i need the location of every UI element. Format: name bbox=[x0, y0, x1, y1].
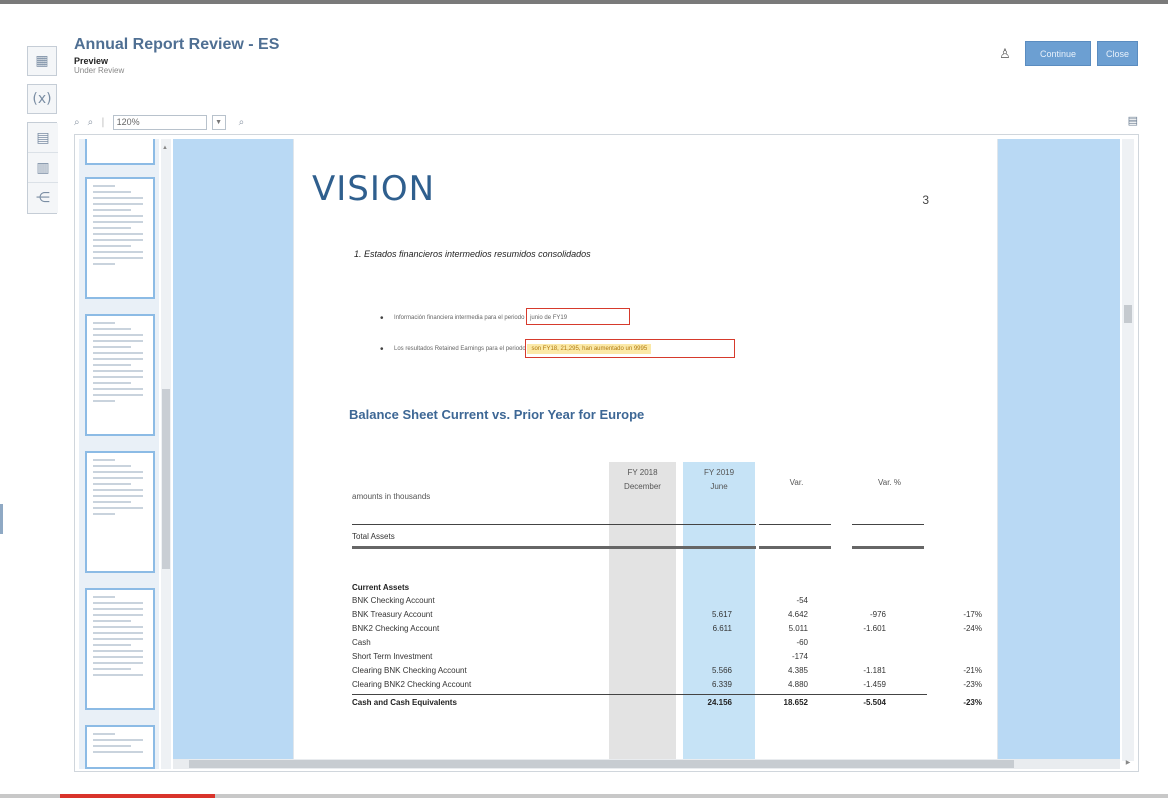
thumbnail-page-3[interactable] bbox=[85, 314, 155, 436]
zoom-select[interactable]: 120% ▼ bbox=[112, 114, 226, 130]
page-title: Annual Report Review - ES bbox=[74, 36, 280, 53]
horizontal-scrollbar[interactable] bbox=[173, 759, 1120, 769]
thumbnail-scroll-thumb[interactable] bbox=[162, 389, 170, 569]
subtotal-rule bbox=[352, 694, 927, 695]
app-window: ▦ (x) ▤ ▥ ⋲ Annual Report Review - ES Pr… bbox=[0, 0, 1168, 798]
header-rule-3 bbox=[852, 524, 924, 525]
current-assets-heading: Current Assets bbox=[352, 583, 410, 592]
column-header-var-pct: Var. % bbox=[878, 478, 901, 487]
section-heading: 1. Estados financieros intermedios resum… bbox=[354, 249, 591, 259]
table-row: Cash -60 bbox=[352, 638, 808, 647]
total-assets-rule-3 bbox=[852, 546, 924, 549]
grid-icon[interactable]: ▦ bbox=[27, 46, 57, 76]
horizontal-scroll-thumb[interactable] bbox=[189, 760, 1014, 768]
document-icon[interactable]: ▤ bbox=[28, 123, 58, 153]
total-assets-row: Total Assets bbox=[352, 532, 395, 541]
thumbnail-page-4[interactable] bbox=[85, 451, 155, 573]
table-row: BNK Checking Account -54 bbox=[352, 596, 808, 605]
document-canvas: VISION 3 1. Estados financieros intermed… bbox=[173, 139, 1120, 767]
scroll-right-icon[interactable]: ▶ bbox=[1122, 759, 1134, 769]
scroll-up-icon[interactable]: ▲ bbox=[162, 145, 168, 151]
table-row: Short Term Investment -174 bbox=[352, 652, 808, 661]
toolbar-separator: | bbox=[101, 116, 105, 128]
amounts-label: amounts in thousands bbox=[352, 492, 431, 501]
sheet-title: Balance Sheet Current vs. Prior Year for… bbox=[349, 407, 645, 422]
document-scroll-thumb[interactable] bbox=[1124, 305, 1132, 323]
bullet-item-2: Los resultados Retained Earnings para el… bbox=[380, 339, 736, 358]
status-text: Under Review bbox=[74, 66, 125, 75]
thumbnail-scrollbar[interactable]: ▲ bbox=[161, 139, 171, 769]
table-row: BNK2 Checking Account 6.611 5.011 -1.601… bbox=[352, 624, 982, 633]
column-header-var: Var. bbox=[789, 478, 804, 487]
table-row: Clearing BNK Checking Account 5.566 4.38… bbox=[352, 666, 982, 675]
document-scrollbar[interactable] bbox=[1122, 139, 1134, 761]
close-button[interactable]: Close bbox=[1096, 41, 1138, 66]
highlight-border-2 bbox=[525, 339, 736, 358]
bullet-1-text: Información financiera intermedia para e… bbox=[394, 315, 525, 321]
column-header-fy2018: FY 2018 December bbox=[624, 468, 661, 491]
continue-button[interactable]: Continue bbox=[1024, 41, 1091, 66]
zoom-in-icon[interactable]: ⌕ bbox=[74, 117, 80, 128]
highlight-box-1[interactable]: junio de FY19 bbox=[526, 308, 631, 325]
document-page: VISION 3 1. Estados financieros intermed… bbox=[293, 139, 998, 767]
header-rule-2 bbox=[759, 524, 831, 525]
page-subtitle: Preview bbox=[74, 56, 109, 66]
total-assets-rule-2 bbox=[759, 546, 831, 549]
zoom-out-icon[interactable]: ⌕ bbox=[88, 117, 94, 128]
highlight-box-2[interactable]: son FY18, 21,295, han aumentado un 9995 bbox=[525, 339, 736, 358]
person-icon[interactable]: ♙ bbox=[997, 44, 1013, 64]
chevron-down-icon[interactable]: ▼ bbox=[211, 114, 226, 130]
total-assets-rule-1 bbox=[352, 546, 756, 549]
thumbnail-page-1[interactable] bbox=[85, 139, 155, 165]
rail-document-group: ▤ ▥ ⋲ bbox=[27, 122, 58, 214]
search-icon[interactable]: ⌕ bbox=[239, 117, 245, 128]
taskbar-indicator bbox=[60, 794, 215, 798]
document-viewer: ▲ VISION 3 1. Estados financieros interm… bbox=[74, 134, 1139, 772]
column-header-fy2019: FY 2019 June bbox=[703, 468, 735, 491]
table-row: Clearing BNK2 Checking Account 6.339 4.8… bbox=[352, 680, 982, 689]
header-actions: ♙ Continue Close bbox=[997, 41, 1138, 66]
thumbnail-page-6[interactable] bbox=[85, 725, 155, 769]
thumbnail-page-2[interactable] bbox=[85, 177, 155, 299]
page-number: 3 bbox=[922, 193, 929, 207]
window-edge-marker bbox=[0, 504, 8, 534]
thumbnail-page-5[interactable] bbox=[85, 588, 155, 710]
tree-icon[interactable]: ⋲ bbox=[28, 183, 58, 213]
bullet-2-text: Los resultados Retained Earnings para el… bbox=[394, 346, 526, 352]
bullet-item-1: Información financiera intermedia para e… bbox=[380, 308, 631, 325]
viewer-toolbar: ⌕ ⌕ | 120% ▼ ⌕ ▤ bbox=[74, 112, 1138, 132]
zoom-value: 120% bbox=[116, 116, 140, 127]
variable-icon[interactable]: (x) bbox=[27, 84, 57, 114]
header-rule-1 bbox=[352, 524, 756, 525]
left-rail: ▦ (x) ▤ ▥ ⋲ bbox=[27, 46, 58, 214]
highlight-border-1 bbox=[526, 308, 631, 325]
documents-icon[interactable]: ▥ bbox=[28, 153, 58, 183]
table-row: BNK Treasury Account 5.617 4.642 -976 -1… bbox=[352, 610, 982, 619]
thumbnail-pane[interactable] bbox=[79, 139, 159, 769]
total-row: Cash and Cash Equivalents 24.156 18.652 … bbox=[352, 698, 982, 707]
panel-toggle-icon[interactable]: ▤ bbox=[1128, 114, 1138, 127]
company-logo: VISION bbox=[312, 169, 436, 209]
